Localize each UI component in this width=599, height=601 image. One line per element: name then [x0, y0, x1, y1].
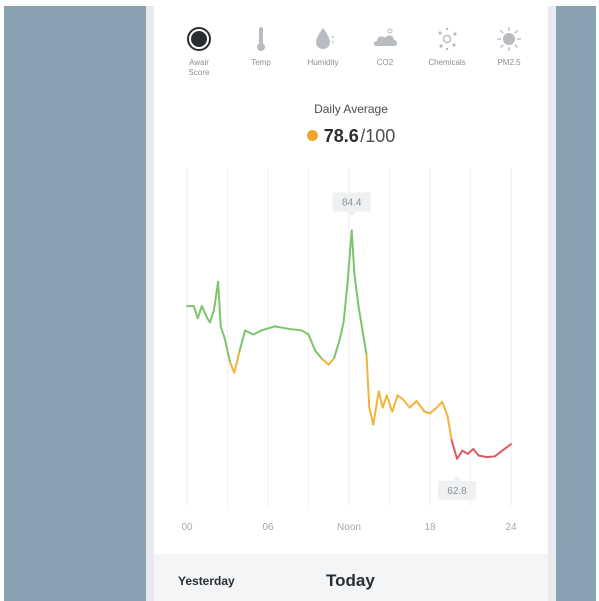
line-segment	[196, 305, 203, 320]
line-segment	[350, 229, 356, 275]
line-segment	[477, 454, 488, 459]
line-segment	[307, 333, 317, 352]
sensor-label: Chemicals	[428, 58, 466, 67]
x-tick-label: 18	[424, 522, 436, 533]
line-segment	[377, 390, 384, 409]
sensor-label: CO2	[376, 58, 394, 67]
line-segment	[429, 406, 438, 415]
line-segment	[252, 329, 263, 336]
line-segment	[321, 357, 330, 366]
sensor-tab-pm25[interactable]: PM2.5	[478, 24, 540, 68]
x-tick-label: Noon	[337, 522, 361, 533]
line-segment	[408, 400, 418, 409]
line-segment	[361, 329, 368, 356]
line-segment	[353, 272, 360, 308]
line-segment	[346, 229, 353, 283]
daily-average-score: 78.6 /100	[154, 126, 548, 147]
line-segment	[219, 325, 226, 340]
line-segment	[273, 325, 290, 330]
line-segment	[208, 309, 215, 324]
line-segment	[238, 329, 247, 352]
line-segment	[368, 406, 375, 426]
line-segment	[314, 349, 323, 360]
line-segment	[192, 305, 199, 320]
x-tick-label: 24	[505, 522, 517, 533]
line-segment	[342, 280, 349, 324]
line-segment	[372, 390, 380, 426]
line-segment	[287, 327, 303, 332]
sensor-label: Awair	[189, 58, 209, 67]
line-segment	[244, 329, 255, 336]
score-status-dot	[306, 130, 318, 141]
sensor-tab-score[interactable]: Awair Score	[168, 24, 230, 78]
sensor-tab-temp[interactable]: Temp	[230, 24, 292, 68]
annotation-label: 62.8	[447, 486, 467, 497]
day-tabs: Yesterday Today	[154, 554, 548, 601]
line-segment	[441, 400, 449, 417]
line-segment	[333, 339, 341, 360]
line-segment	[456, 449, 464, 460]
x-tick-label: 00	[181, 522, 193, 533]
line-segment	[391, 394, 399, 413]
sensor-label: Humidity	[307, 58, 339, 67]
line-segment	[338, 321, 345, 342]
line-segment	[472, 448, 480, 457]
sensor-label: Score	[188, 68, 210, 77]
line-segment	[200, 305, 209, 320]
line-segment	[233, 349, 241, 374]
tab-yesterday[interactable]: Yesterday	[178, 574, 235, 588]
line-segment	[415, 400, 426, 413]
sensor-tabs: Awair Score Temp Humidity CO2 Chemicals …	[168, 24, 540, 94]
sensor-label: Temp	[251, 58, 271, 67]
daily-score-chart[interactable]: 00 06 Noon 18 24 84.4 62.8	[154, 156, 548, 546]
sensor-tab-co2[interactable]: CO2	[354, 24, 416, 68]
line-segment	[357, 305, 364, 332]
phone-screen: Awair Score Temp Humidity CO2 Chemicals …	[146, 6, 556, 601]
line-segment	[446, 414, 453, 442]
tab-today[interactable]: Today	[326, 571, 375, 591]
line-segment	[402, 398, 411, 409]
line-segment	[217, 280, 222, 328]
x-tick-label: 06	[262, 522, 274, 533]
sensor-label: PM2.5	[497, 58, 521, 67]
daily-average-label: Daily Average	[314, 102, 388, 116]
line-segment	[435, 400, 444, 409]
score-value: 78.6	[323, 126, 359, 146]
chemicals-icon	[438, 27, 457, 51]
score-max: /100	[360, 126, 396, 146]
annotation-pointer	[453, 475, 461, 481]
line-segment	[327, 357, 336, 366]
thermometer-icon	[257, 27, 265, 51]
line-segment	[450, 439, 458, 460]
line-segment	[499, 447, 507, 454]
sensor-tab-humidity[interactable]: Humidity	[292, 24, 354, 68]
line-segment	[485, 455, 496, 459]
annotation-label: 84.4	[342, 198, 362, 209]
line-segment	[504, 443, 512, 450]
pm25-icon	[497, 27, 521, 51]
score-ring-icon	[187, 27, 211, 51]
sensor-tab-chemicals[interactable]: Chemicals	[416, 24, 478, 68]
humidity-drop-icon	[316, 28, 335, 49]
line-segment	[396, 394, 404, 401]
line-segment	[365, 353, 371, 409]
line-segment	[493, 451, 502, 458]
line-segment	[381, 394, 388, 409]
line-segment	[300, 329, 310, 336]
co2-cloud-icon	[373, 28, 397, 46]
